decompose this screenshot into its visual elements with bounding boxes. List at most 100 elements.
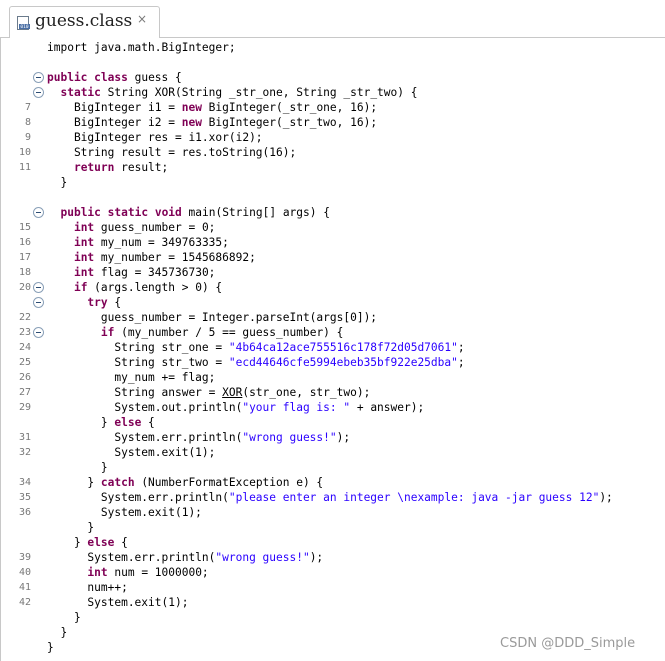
- tab-guess-class[interactable]: 010 guess.class ×: [9, 6, 160, 38]
- code-text: String answer = XOR(str_one, str_two);: [47, 385, 370, 400]
- code-text: } else {: [47, 535, 128, 550]
- string-token: "ecd44646cfe5994ebeb35bf922e25dba": [228, 356, 458, 369]
- code-editor[interactable]: import java.math.BigInteger; public class…: [0, 38, 665, 661]
- code-text: String result = res.toString(16);: [47, 145, 296, 160]
- code-token: + answer);: [350, 401, 425, 414]
- svg-text:010: 010: [20, 24, 28, 30]
- code-text: if (my_number / 5 == guess_number) {: [47, 325, 344, 340]
- code-token: guess {: [127, 71, 182, 84]
- code-token: }: [47, 176, 68, 189]
- fold-collapse-icon[interactable]: [33, 87, 44, 98]
- keyword-token: new: [181, 101, 202, 114]
- code-token: result;: [114, 161, 169, 174]
- line-number: 35: [18, 492, 31, 503]
- code-line: 8 BigInteger i2 = new BigInteger(_str_tw…: [1, 115, 665, 130]
- code-token: }: [47, 611, 81, 624]
- code-line: 11 return result;: [1, 160, 665, 175]
- code-text: public static void main(String[] args) {: [47, 205, 329, 220]
- code-line: try {: [1, 295, 665, 310]
- code-token: System.exit(1);: [47, 446, 216, 459]
- code-token: System.out.println(: [47, 401, 243, 414]
- line-number: 27: [18, 387, 31, 398]
- fold-collapse-icon[interactable]: [33, 327, 44, 338]
- line-number: 26: [18, 372, 31, 383]
- code-token: (NumberFormatException e) {: [134, 476, 324, 489]
- code-line: 24 String str_one = "4b64ca12ace755516c1…: [1, 340, 665, 355]
- code-token: }: [47, 641, 54, 654]
- code-text: try {: [47, 295, 121, 310]
- code-token: }: [47, 476, 101, 489]
- code-line: import java.math.BigInteger;: [1, 40, 665, 55]
- line-number: 39: [18, 552, 31, 563]
- code-line: public static void main(String[] args) {: [1, 205, 665, 220]
- line-number: 41: [18, 582, 31, 593]
- code-token: System.err.println(: [47, 551, 216, 564]
- keyword-token: public: [60, 206, 101, 219]
- keyword-token: if: [100, 326, 115, 339]
- editor-tab-bar: 010 guess.class ×: [0, 0, 665, 38]
- code-text: num++;: [47, 580, 128, 595]
- keyword-token: void: [154, 206, 182, 219]
- code-line: } else {: [1, 415, 665, 430]
- code-token: }: [47, 521, 95, 534]
- fold-collapse-icon[interactable]: [33, 72, 44, 83]
- code-text: System.err.println("wrong guess!");: [47, 430, 350, 445]
- code-token: }: [47, 626, 68, 639]
- string-token: "4b64ca12ace755516c178f72d05d7061": [228, 341, 458, 354]
- code-text: import java.math.BigInteger;: [47, 40, 236, 55]
- code-token: {: [114, 536, 128, 549]
- code-line: 26 my_num += flag;: [1, 370, 665, 385]
- code-line: 32 System.exit(1);: [1, 445, 665, 460]
- close-icon[interactable]: ×: [136, 13, 148, 25]
- line-number: 22: [18, 312, 31, 323]
- code-token: }: [47, 536, 88, 549]
- keyword-token: public: [47, 71, 88, 84]
- code-line: 39 System.err.println("wrong guess!");: [1, 550, 665, 565]
- line-number: 16: [18, 237, 31, 248]
- line-number: 18: [18, 267, 31, 278]
- code-token: }: [47, 461, 108, 474]
- code-token: System.err.println(: [47, 491, 229, 504]
- code-line: 41 num++;: [1, 580, 665, 595]
- code-token: num++;: [47, 581, 128, 594]
- code-line: 7 BigInteger i1 = new BigInteger(_str_on…: [1, 100, 665, 115]
- code-token: ;: [457, 356, 465, 369]
- fold-collapse-icon[interactable]: [33, 297, 44, 308]
- fold-collapse-icon[interactable]: [33, 282, 44, 293]
- code-line: 40 int num = 1000000;: [1, 565, 665, 580]
- code-text: BigInteger i1 = new BigInteger(_str_one,…: [47, 100, 377, 115]
- code-line: 36 System.exit(1);: [1, 505, 665, 520]
- keyword-token: else: [87, 536, 115, 549]
- keyword-token: if: [73, 281, 88, 294]
- line-number: 25: [18, 357, 31, 368]
- code-token: );: [336, 431, 351, 444]
- fold-collapse-icon[interactable]: [33, 207, 44, 218]
- code-token: System.exit(1);: [47, 506, 202, 519]
- code-line: 31 System.err.println("wrong guess!");: [1, 430, 665, 445]
- code-token: BigInteger res = i1.xor(i2);: [47, 131, 263, 144]
- code-token: flag = 345736730;: [94, 266, 216, 279]
- code-token: my_number = 1545686892;: [94, 251, 256, 264]
- keyword-token: int: [73, 221, 95, 234]
- code-text: System.exit(1);: [47, 505, 202, 520]
- code-text: System.out.println("your flag is: " + an…: [47, 400, 424, 415]
- line-number: 9: [24, 132, 31, 143]
- code-text: }: [47, 175, 67, 190]
- code-line: 18 int flag = 345736730;: [1, 265, 665, 280]
- code-line: 17 int my_number = 1545686892;: [1, 250, 665, 265]
- code-text: }: [47, 520, 94, 535]
- line-number: 17: [18, 252, 31, 263]
- code-line: }: [1, 520, 665, 535]
- code-text: System.err.println("please enter an inte…: [47, 490, 613, 505]
- code-token: BigInteger i1 =: [47, 101, 182, 114]
- code-token: BigInteger(_str_one, 16);: [201, 101, 378, 114]
- code-line: 23 if (my_number / 5 == guess_number) {: [1, 325, 665, 340]
